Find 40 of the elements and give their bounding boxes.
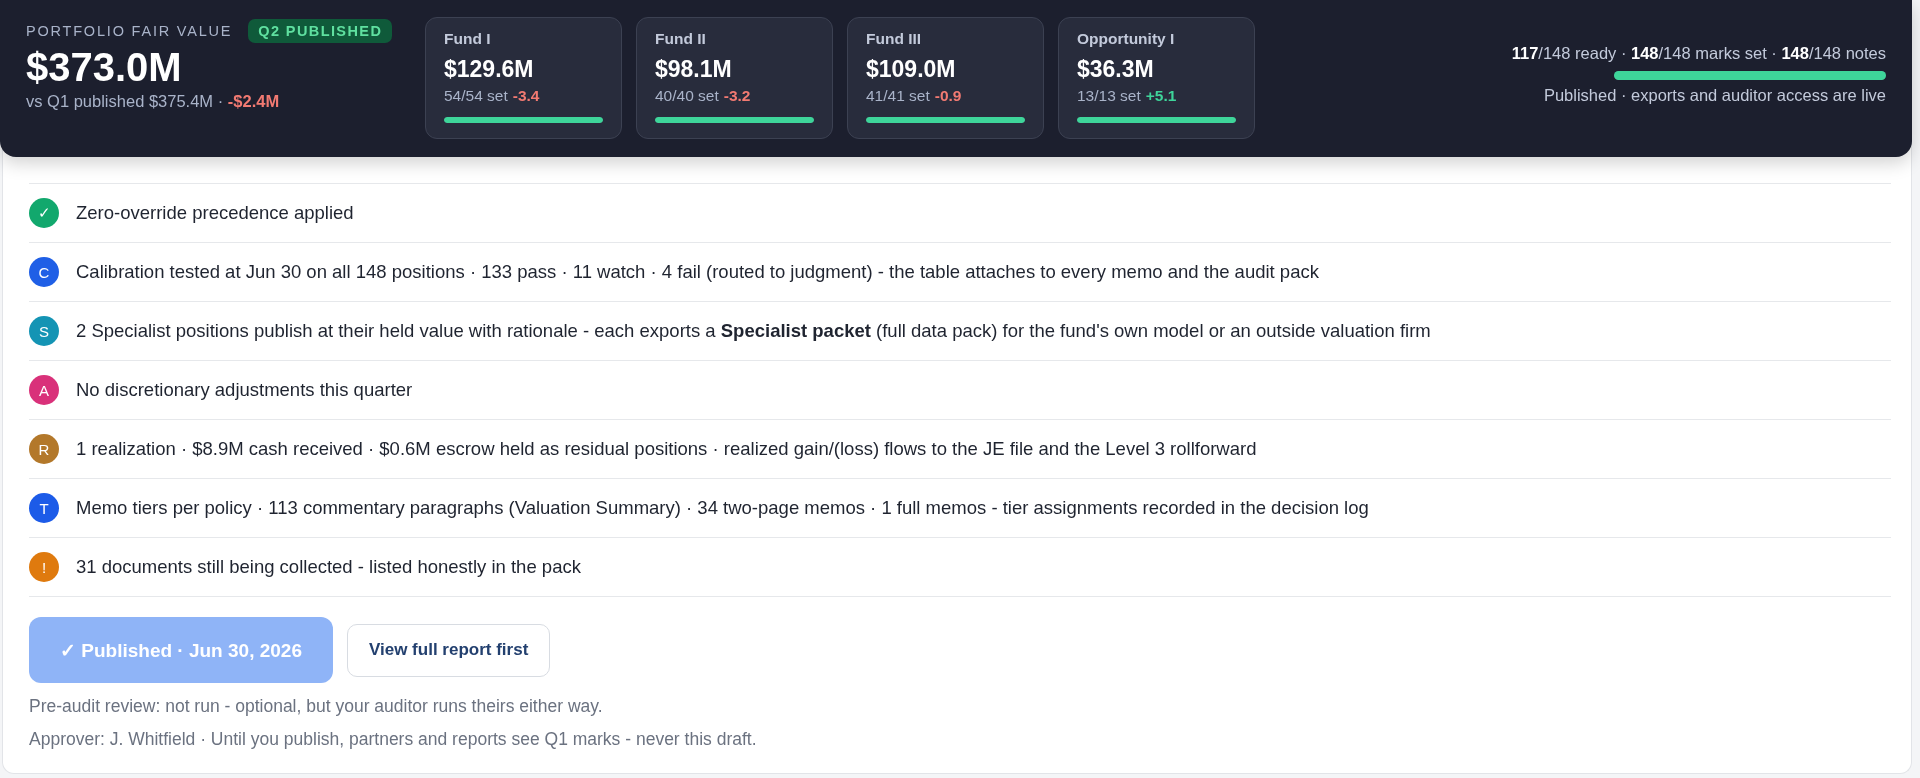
footnote: Pre-audit review: not run - optional, but your auditor runs theirs either way.	[29, 696, 604, 717]
fund-delta: -0.9	[934, 87, 962, 105]
fund-delta: -3.2	[723, 87, 751, 105]
status-badge: Q2 PUBLISHED	[248, 19, 393, 43]
fund-count: 54/54 set	[444, 87, 508, 105]
fund-name: Opportunity I	[1077, 30, 1176, 48]
status-text: Published · exports and auditor access are live	[1543, 86, 1886, 105]
status-badge: A	[29, 375, 59, 405]
fund-count: 41/41 set	[866, 87, 930, 105]
checklist-item: No discretionary adjustments this quarter	[76, 379, 413, 401]
status-badge: T	[29, 493, 59, 523]
fund-name: Fund III	[866, 30, 923, 48]
summary-text: 117/148 ready · 148/148 marks set · 148/148 notes	[1511, 44, 1886, 63]
footnote: Approver: J. Whitfield · Until you publish, partners and reports see Q1 marks - never this draft.	[29, 729, 758, 750]
portfolio-label: PORTFOLIO FAIR VALUE	[26, 23, 233, 39]
fund-value: $98.1M	[655, 56, 733, 83]
checklist-item: 1 realization · $8.9M cash received · $0.6M escrow held as residual positions · realized gain/(loss) flows to the JE file and the Level 3 rollforward	[76, 438, 1257, 460]
status-badge: ✓	[29, 198, 59, 228]
fund-value: $109.0M	[866, 56, 957, 83]
fund-delta: -3.4	[512, 87, 540, 105]
fund-name: Fund II	[655, 30, 707, 48]
status-badge: R	[29, 434, 59, 464]
checklist-item: Calibration tested at Jun 30 on all 148 positions · 133 pass · 11 watch · 4 fail (routed to judgment) - the table attaches to every memo and the audit pack	[76, 261, 1319, 283]
fund-name: Fund I	[444, 30, 492, 48]
status-badge: C	[29, 257, 59, 287]
checklist-item: Zero-override precedence applied	[76, 202, 354, 224]
checklist-item: 31 documents still being collected - listed honestly in the pack	[76, 556, 581, 578]
fund-count: 13/13 set	[1077, 87, 1141, 105]
view-report-button[interactable]: View full report first	[346, 623, 551, 677]
fund-value: $36.3M	[1077, 56, 1155, 83]
checklist-item: 2 Specialist positions publish at their held value with rationale - each exports a Specialist packet (full data pack) for the fund's own model or an outside valuation firm	[76, 320, 1431, 342]
comparison-text: vs Q1 published $375.4M ·	[26, 92, 225, 110]
delta-value: -$2.4M	[227, 92, 280, 110]
status-badge: S	[29, 316, 59, 346]
fund-count: 40/40 set	[655, 87, 719, 105]
total-value: $373.0M	[26, 45, 183, 90]
fund-delta: +5.1	[1145, 87, 1177, 105]
status-badge: !	[29, 552, 59, 582]
fund-value: $129.6M	[444, 56, 535, 83]
checklist-item: Memo tiers per policy · 113 commentary paragraphs (Valuation Summary) · 34 two-page memos · 1 full memos - tier assignments recorded in the decision log	[76, 497, 1369, 519]
